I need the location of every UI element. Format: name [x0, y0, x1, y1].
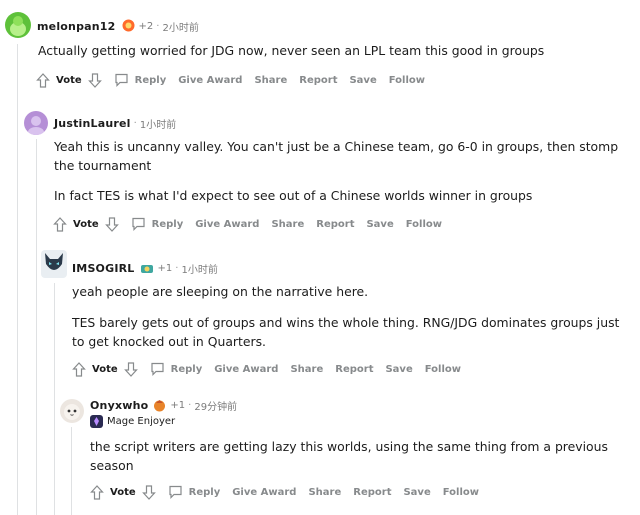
give-award-button[interactable]: Give Award	[178, 75, 242, 86]
comment-line: season	[90, 458, 134, 473]
report-button[interactable]: Report	[299, 75, 337, 86]
comment-header: JustinLaurel · 1小时前	[54, 116, 176, 131]
save-button[interactable]: Save	[385, 364, 412, 375]
award-count: +1	[170, 400, 186, 411]
reply-label: Reply	[134, 74, 167, 86]
downvote-icon[interactable]	[87, 72, 102, 88]
follow-button[interactable]: Follow	[406, 219, 442, 230]
reply-button[interactable]: Reply	[168, 485, 221, 499]
comment-line: to get knocked out in Quarters.	[72, 334, 266, 349]
downvote-icon[interactable]	[123, 361, 138, 377]
timestamp: 2小时前	[162, 23, 199, 34]
upvote-icon[interactable]	[53, 216, 67, 232]
avatar[interactable]	[41, 250, 67, 278]
downvote-icon[interactable]	[104, 216, 119, 232]
thread-line[interactable]	[17, 44, 18, 515]
vote-label: Vote	[110, 486, 136, 498]
comment-body: Yeah this is uncanny valley. You can't j…	[54, 137, 618, 205]
comment-actions: Vote Reply Give Award Share Report Save …	[36, 70, 437, 90]
give-award-button[interactable]: Give Award	[232, 487, 296, 498]
comment-line: the script writers are getting lazy this…	[90, 439, 608, 454]
reply-icon	[151, 362, 164, 376]
comment-line: Actually getting worried for JDG now, ne…	[38, 43, 545, 58]
username[interactable]: JustinLaurel	[54, 117, 131, 130]
share-button[interactable]: Share	[271, 219, 304, 230]
reply-button[interactable]: Reply	[114, 73, 167, 87]
upvote-icon[interactable]	[72, 361, 86, 377]
downvote-icon[interactable]	[141, 484, 156, 500]
timestamp: 29分钟前	[194, 402, 238, 413]
award-icon	[140, 263, 154, 275]
comment-body: yeah people are sleeping on the narrativ…	[72, 282, 619, 351]
reply-icon	[169, 485, 182, 499]
upvote-icon[interactable]	[36, 72, 50, 88]
reply-label: Reply	[170, 363, 203, 375]
separator-dot: ·	[133, 118, 137, 129]
comment-line: TES barely gets out of groups and wins t…	[72, 315, 620, 330]
reply-label: Reply	[151, 218, 184, 230]
give-award-button[interactable]: Give Award	[195, 219, 259, 230]
flair-text: Mage Enjoyer	[107, 416, 176, 427]
award-count: +2	[138, 21, 154, 32]
separator-dot: ·	[188, 400, 192, 411]
comment-body: the script writers are getting lazy this…	[90, 437, 608, 475]
comment-header: IMSOGIRL +1 · 1小时前	[72, 261, 218, 276]
separator-dot: ·	[156, 21, 160, 32]
timestamp: 1小时前	[181, 265, 218, 276]
comment-actions: Vote Reply Give Award Share Report Save …	[53, 214, 454, 234]
reply-button[interactable]: Reply	[150, 362, 203, 376]
thread-line[interactable]	[36, 139, 37, 515]
thread-line[interactable]	[71, 427, 72, 515]
report-button[interactable]: Report	[335, 364, 373, 375]
vote-label: Vote	[56, 74, 82, 86]
avatar[interactable]	[60, 399, 84, 423]
comment-line: the tournament	[54, 158, 152, 173]
report-button[interactable]: Report	[316, 219, 354, 230]
share-button[interactable]: Share	[254, 75, 287, 86]
reply-button[interactable]: Reply	[131, 217, 184, 231]
comment-actions: Vote Reply Give Award Share Report Save …	[72, 359, 473, 379]
username[interactable]: Onyxwho	[90, 399, 148, 412]
username[interactable]: melonpan12	[37, 20, 116, 33]
follow-button[interactable]: Follow	[389, 75, 425, 86]
give-award-button[interactable]: Give Award	[214, 364, 278, 375]
avatar[interactable]	[5, 12, 31, 38]
thread-line[interactable]	[54, 283, 55, 515]
save-button[interactable]: Save	[349, 75, 376, 86]
user-flair: Mage Enjoyer	[90, 415, 175, 428]
comment-body: Actually getting worried for JDG now, ne…	[38, 41, 544, 60]
share-button[interactable]: Share	[308, 487, 341, 498]
comment-header: Onyxwho +1 · 29分钟前	[90, 398, 237, 413]
avatar[interactable]	[24, 111, 48, 135]
save-button[interactable]: Save	[366, 219, 393, 230]
comment-actions: Vote Reply Give Award Share Report Save …	[90, 482, 491, 502]
share-button[interactable]: Share	[290, 364, 323, 375]
comment-line: Yeah this is uncanny valley. You can't j…	[54, 139, 619, 154]
comment-line: yeah people are sleeping on the narrativ…	[72, 284, 369, 299]
vote-label: Vote	[73, 218, 99, 230]
separator-dot: ·	[175, 263, 179, 274]
save-button[interactable]: Save	[403, 487, 430, 498]
comment-header: melonpan12 +2 · 2小时前	[37, 17, 199, 36]
reply-label: Reply	[188, 486, 221, 498]
upvote-icon[interactable]	[90, 484, 104, 500]
follow-button[interactable]: Follow	[443, 487, 479, 498]
comment-line: In fact TES is what I'd expect to see ou…	[54, 188, 533, 203]
username[interactable]: IMSOGIRL	[72, 262, 135, 275]
report-button[interactable]: Report	[353, 487, 391, 498]
timestamp: 1小时前	[139, 120, 177, 131]
award-icon	[122, 17, 135, 36]
award-count: +1	[157, 263, 173, 274]
reply-icon	[132, 217, 145, 231]
flair-icon	[90, 415, 103, 428]
reply-icon	[115, 73, 128, 87]
award-icon	[153, 399, 166, 412]
vote-label: Vote	[92, 363, 118, 375]
follow-button[interactable]: Follow	[425, 364, 461, 375]
